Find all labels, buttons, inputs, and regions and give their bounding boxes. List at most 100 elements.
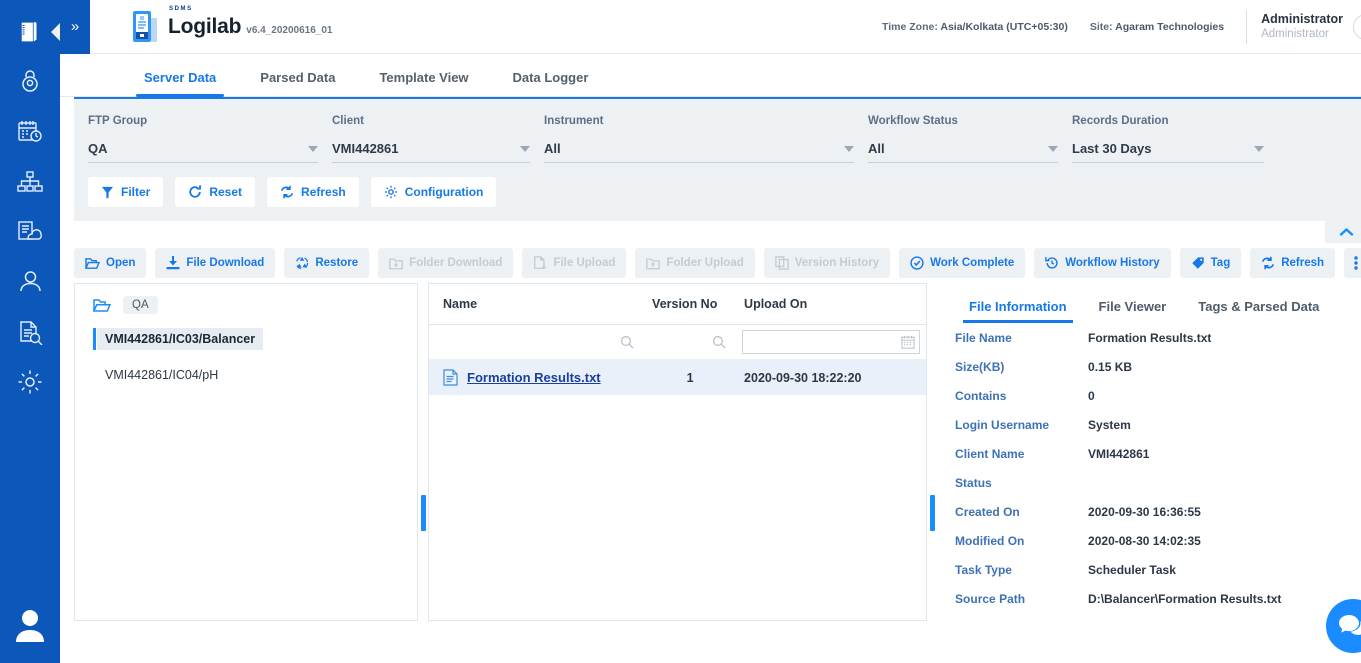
tab-file-information[interactable]: File Information <box>953 299 1083 323</box>
column-header-upload-on[interactable]: Upload On <box>736 284 926 325</box>
chevron-down-icon <box>1048 146 1058 152</box>
document-cloud-icon[interactable] <box>0 207 60 257</box>
configuration-button[interactable]: Configuration <box>371 177 497 207</box>
filter-ftp-group-select[interactable]: QA <box>88 141 318 163</box>
file-name-cell: Formation Results.txt <box>429 360 644 395</box>
search-input-version[interactable] <box>650 330 730 354</box>
tab-parsed-data[interactable]: Parsed Data <box>238 70 357 96</box>
column-header-version[interactable]: Version No <box>644 284 736 325</box>
filter-panel-wrapper: FTP Group QA Client VMI442861 <box>60 97 1361 221</box>
collapse-filters-toggle[interactable] <box>1325 221 1361 243</box>
table-row[interactable]: Formation Results.txt 1 2020-09-30 18:22… <box>429 360 926 396</box>
more-options-button[interactable] <box>1344 248 1361 278</box>
filter-ftp-group-label: FTP Group <box>88 115 318 127</box>
hierarchy-icon[interactable] <box>0 157 60 207</box>
filter-client-select[interactable]: VMI442861 <box>332 141 530 163</box>
open-button[interactable]: Open <box>74 248 146 278</box>
file-table-header-row: Name Version No Upload On <box>429 284 926 325</box>
filter-client: Client VMI442861 <box>332 115 530 163</box>
workflow-history-button-label: Workflow History <box>1065 257 1159 269</box>
refresh-button[interactable]: Refresh <box>267 177 359 207</box>
tree-item-ph[interactable]: VMI442861/IC04/pH <box>97 364 226 386</box>
folder-open-icon <box>93 298 111 313</box>
kebab-menu-icon <box>1354 255 1358 271</box>
toolbar-refresh-button[interactable]: Refresh <box>1250 248 1335 278</box>
info-key: File Name <box>955 331 1088 345</box>
main-tab-bar: Server Data Parsed Data Template View Da… <box>60 54 1361 97</box>
resize-grip[interactable] <box>421 495 426 531</box>
refresh-icon <box>1261 256 1275 270</box>
tree-root-node[interactable]: QA <box>75 284 417 314</box>
application-root: » SDMS Logila <box>0 0 1361 663</box>
filter-button-label: Filter <box>121 185 150 199</box>
user-block[interactable]: Administrator Administrator <box>1261 12 1343 42</box>
filter-button[interactable]: Filter <box>88 177 163 207</box>
header-divider <box>1246 10 1247 44</box>
filter-records-duration: Records Duration Last 30 Days <box>1072 115 1264 163</box>
tag-button[interactable]: Tag <box>1180 248 1242 278</box>
reset-button[interactable]: Reset <box>175 177 255 207</box>
notebook-icon[interactable] <box>0 7 60 57</box>
file-list-pane: Name Version No Upload On <box>428 283 927 621</box>
info-key: Created On <box>955 505 1088 519</box>
tab-file-viewer[interactable]: File Viewer <box>1083 299 1183 323</box>
file-download-button[interactable]: File Download <box>155 248 275 278</box>
folder-download-button[interactable]: Folder Download <box>378 248 513 278</box>
file-table: Name Version No Upload On <box>429 284 926 395</box>
user-avatar-icon[interactable] <box>0 605 60 645</box>
restore-button[interactable]: Restore <box>284 248 369 278</box>
pane-resizer-left[interactable] <box>418 283 428 621</box>
date-filter-input[interactable] <box>742 330 920 354</box>
info-key: Status <box>955 476 1088 490</box>
folder-upload-button[interactable]: Folder Upload <box>635 248 754 278</box>
lock-icon[interactable] <box>0 57 60 107</box>
version-history-button[interactable]: Version History <box>764 248 890 278</box>
info-value: D:\Balancer\Formation Results.txt <box>1088 592 1281 606</box>
document-search-icon[interactable] <box>0 307 60 357</box>
history-icon <box>1045 256 1059 270</box>
site-info: Site: Agaram Technologies <box>1090 21 1224 33</box>
tree-item-balancer[interactable]: VMI442861/IC03/Balancer <box>97 328 263 350</box>
info-row-modified-on: Modified On 2020-08-30 14:02:35 <box>955 534 1361 548</box>
filter-workflow-status-select[interactable]: All <box>868 141 1058 163</box>
resize-grip[interactable] <box>930 495 935 531</box>
folder-upload-icon <box>646 257 660 270</box>
file-upload-button[interactable]: File Upload <box>522 248 626 278</box>
info-value: 0 <box>1088 389 1095 403</box>
filter-instrument-select[interactable]: All <box>544 141 854 163</box>
workflow-history-button[interactable]: Workflow History <box>1034 248 1170 278</box>
chevron-down-icon <box>1254 146 1264 152</box>
folder-tree-pane: QA VMI442861/IC03/Balancer VMI442861/IC0… <box>74 283 418 621</box>
timezone-value: Asia/Kolkata (UTC+05:30) <box>940 21 1068 33</box>
chevron-up-icon <box>1339 227 1354 237</box>
tab-server-data[interactable]: Server Data <box>122 70 238 96</box>
calendar-clock-icon[interactable] <box>0 107 60 157</box>
column-header-name[interactable]: Name <box>429 284 644 325</box>
file-table-head: Name Version No Upload On <box>429 284 926 360</box>
file-name-link[interactable]: Formation Results.txt <box>467 370 601 385</box>
tab-tags-parsed-data[interactable]: Tags & Parsed Data <box>1182 299 1335 323</box>
tab-data-logger[interactable]: Data Logger <box>491 70 611 96</box>
user-menu-toggle[interactable] <box>1353 14 1361 40</box>
info-key: Size(KB) <box>955 360 1088 374</box>
search-input-name[interactable] <box>435 330 638 354</box>
work-complete-button[interactable]: Work Complete <box>899 248 1025 278</box>
tree-root-label: QA <box>123 296 158 314</box>
filter-records-duration-select[interactable]: Last 30 Days <box>1072 141 1264 163</box>
user-icon[interactable] <box>0 257 60 307</box>
toolbar-refresh-button-label: Refresh <box>1281 257 1324 269</box>
content-area: » SDMS Logila <box>60 0 1361 663</box>
refresh-icon <box>280 185 294 199</box>
filter-instrument: Instrument All <box>544 115 854 163</box>
download-icon <box>166 256 180 270</box>
tab-template-view[interactable]: Template View <box>357 70 490 96</box>
logilab-logo-icon <box>130 10 160 44</box>
reset-button-label: Reset <box>209 185 242 199</box>
file-text-icon <box>443 369 458 386</box>
sidebar-collapse-toggle[interactable]: » <box>60 0 90 54</box>
info-key: Client Name <box>955 447 1088 461</box>
gear-icon[interactable] <box>0 357 60 407</box>
filter-ftp-group: FTP Group QA <box>88 115 318 163</box>
info-key: Login Username <box>955 418 1088 432</box>
pane-resizer-right[interactable] <box>927 283 937 621</box>
